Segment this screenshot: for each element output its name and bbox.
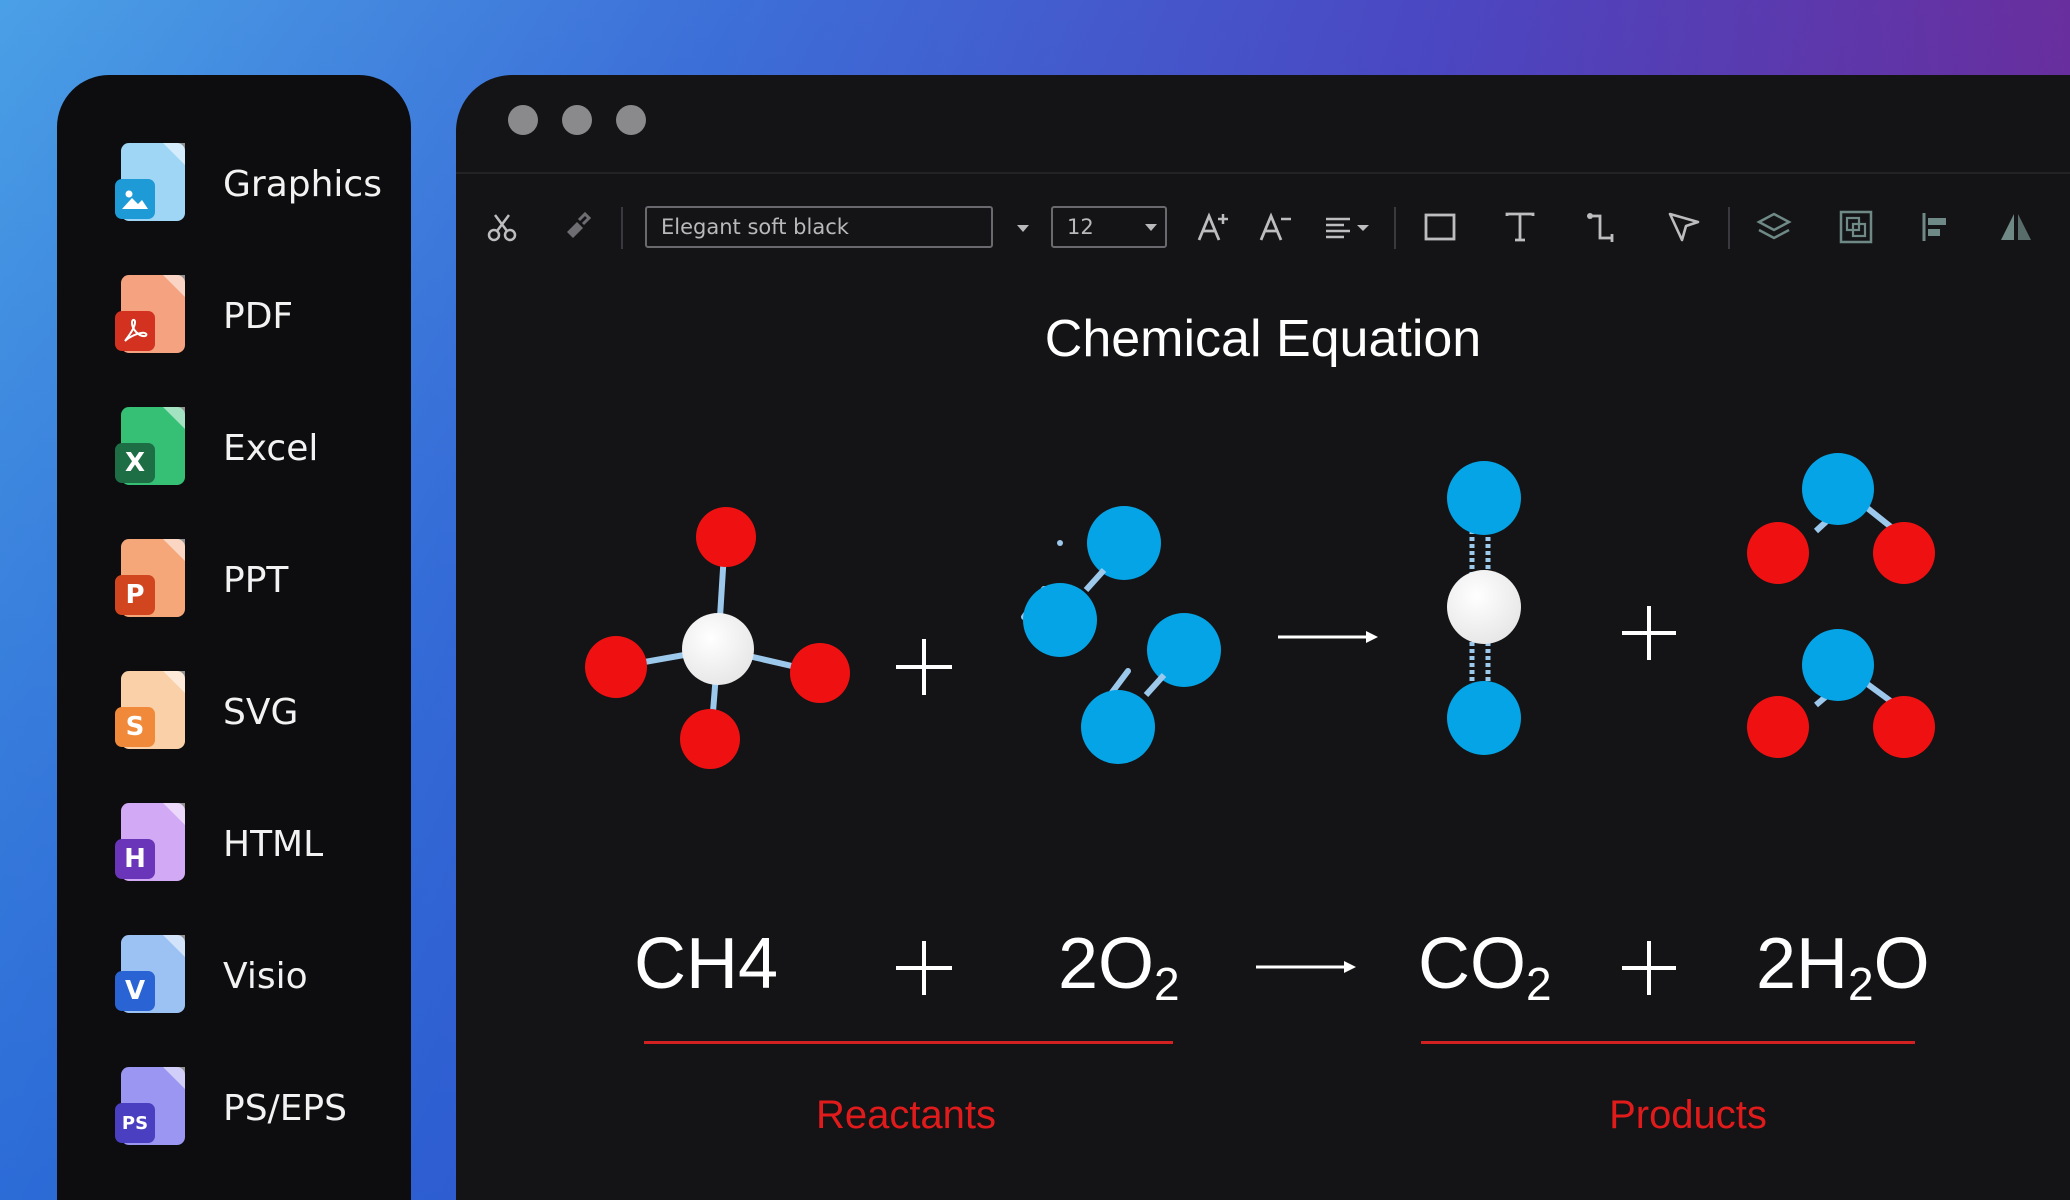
molecule-diagram (585, 453, 1935, 995)
term-main: CO (1418, 924, 1526, 1004)
sidebar-item-svg[interactable]: S SVG (115, 669, 298, 755)
reaction-arrow (1278, 631, 1378, 643)
product-molecule-2[interactable] (1747, 453, 1935, 758)
sidebar-item-label: SVG (223, 691, 299, 733)
term-main: 2O (1058, 924, 1155, 1004)
sidebar-item-label: PPT (223, 559, 289, 601)
term-main: 2H (1756, 924, 1849, 1004)
equation-term-2h2o[interactable]: 2H2O (1756, 923, 1930, 1011)
sidebar-item-ps-eps[interactable]: PS PS/EPS (115, 1065, 347, 1151)
sidebar-item-pdf[interactable]: PDF (115, 273, 293, 359)
reactant-molecule-2[interactable] (1021, 506, 1221, 764)
plus-symbol (896, 639, 952, 695)
term-subscript: 2 (1154, 958, 1180, 1010)
product-molecule-1[interactable] (1447, 461, 1521, 755)
editor-window: Elegant soft black 12 Chemical Equation … (456, 75, 2070, 1200)
export-format-sidebar: Graphics PDF X Excel P PPT S SVG H HTML … (57, 75, 411, 1200)
pdf-file-icon (115, 275, 185, 357)
sidebar-item-ppt[interactable]: P PPT (115, 537, 288, 623)
sidebar-item-label: Graphics (223, 163, 382, 205)
term-subscript: 2 (1848, 958, 1874, 1010)
products-underline (1421, 1041, 1915, 1044)
sidebar-item-label: HTML (223, 823, 324, 865)
equation-term-2o2[interactable]: 2O2 (1058, 923, 1180, 1011)
sidebar-item-label: Excel (223, 427, 319, 469)
sidebar-item-html[interactable]: H HTML (115, 801, 323, 887)
excel-file-icon: X (115, 407, 185, 489)
sidebar-item-label: PS/EPS (223, 1087, 347, 1129)
equation-term-co2[interactable]: CO2 (1418, 923, 1552, 1011)
reactant-molecule-1[interactable] (585, 507, 850, 769)
plus-symbol (1622, 941, 1676, 995)
plus-symbol (1622, 606, 1676, 660)
products-label[interactable]: Products (1528, 1093, 1848, 1138)
image-file-icon (115, 143, 185, 225)
ppt-file-icon: P (115, 539, 185, 621)
html-file-icon: H (115, 803, 185, 885)
sidebar-item-graphics[interactable]: Graphics (115, 141, 382, 227)
visio-file-icon: V (115, 935, 185, 1017)
svg-file-icon: S (115, 671, 185, 753)
sidebar-item-label: Visio (223, 955, 308, 997)
plus-symbol (896, 941, 952, 995)
term-subscript: 2 (1526, 958, 1552, 1010)
sidebar-item-visio[interactable]: V Visio (115, 933, 308, 1019)
equation-term-ch4[interactable]: CH4 (634, 923, 778, 1005)
equation-arrow (1256, 961, 1356, 973)
reactants-underline (644, 1041, 1173, 1044)
sidebar-item-excel[interactable]: X Excel (115, 405, 318, 491)
term-tail: O (1873, 924, 1930, 1004)
ps-eps-file-icon: PS (115, 1067, 185, 1149)
reactants-label[interactable]: Reactants (746, 1093, 1066, 1138)
sidebar-item-label: PDF (223, 295, 294, 337)
